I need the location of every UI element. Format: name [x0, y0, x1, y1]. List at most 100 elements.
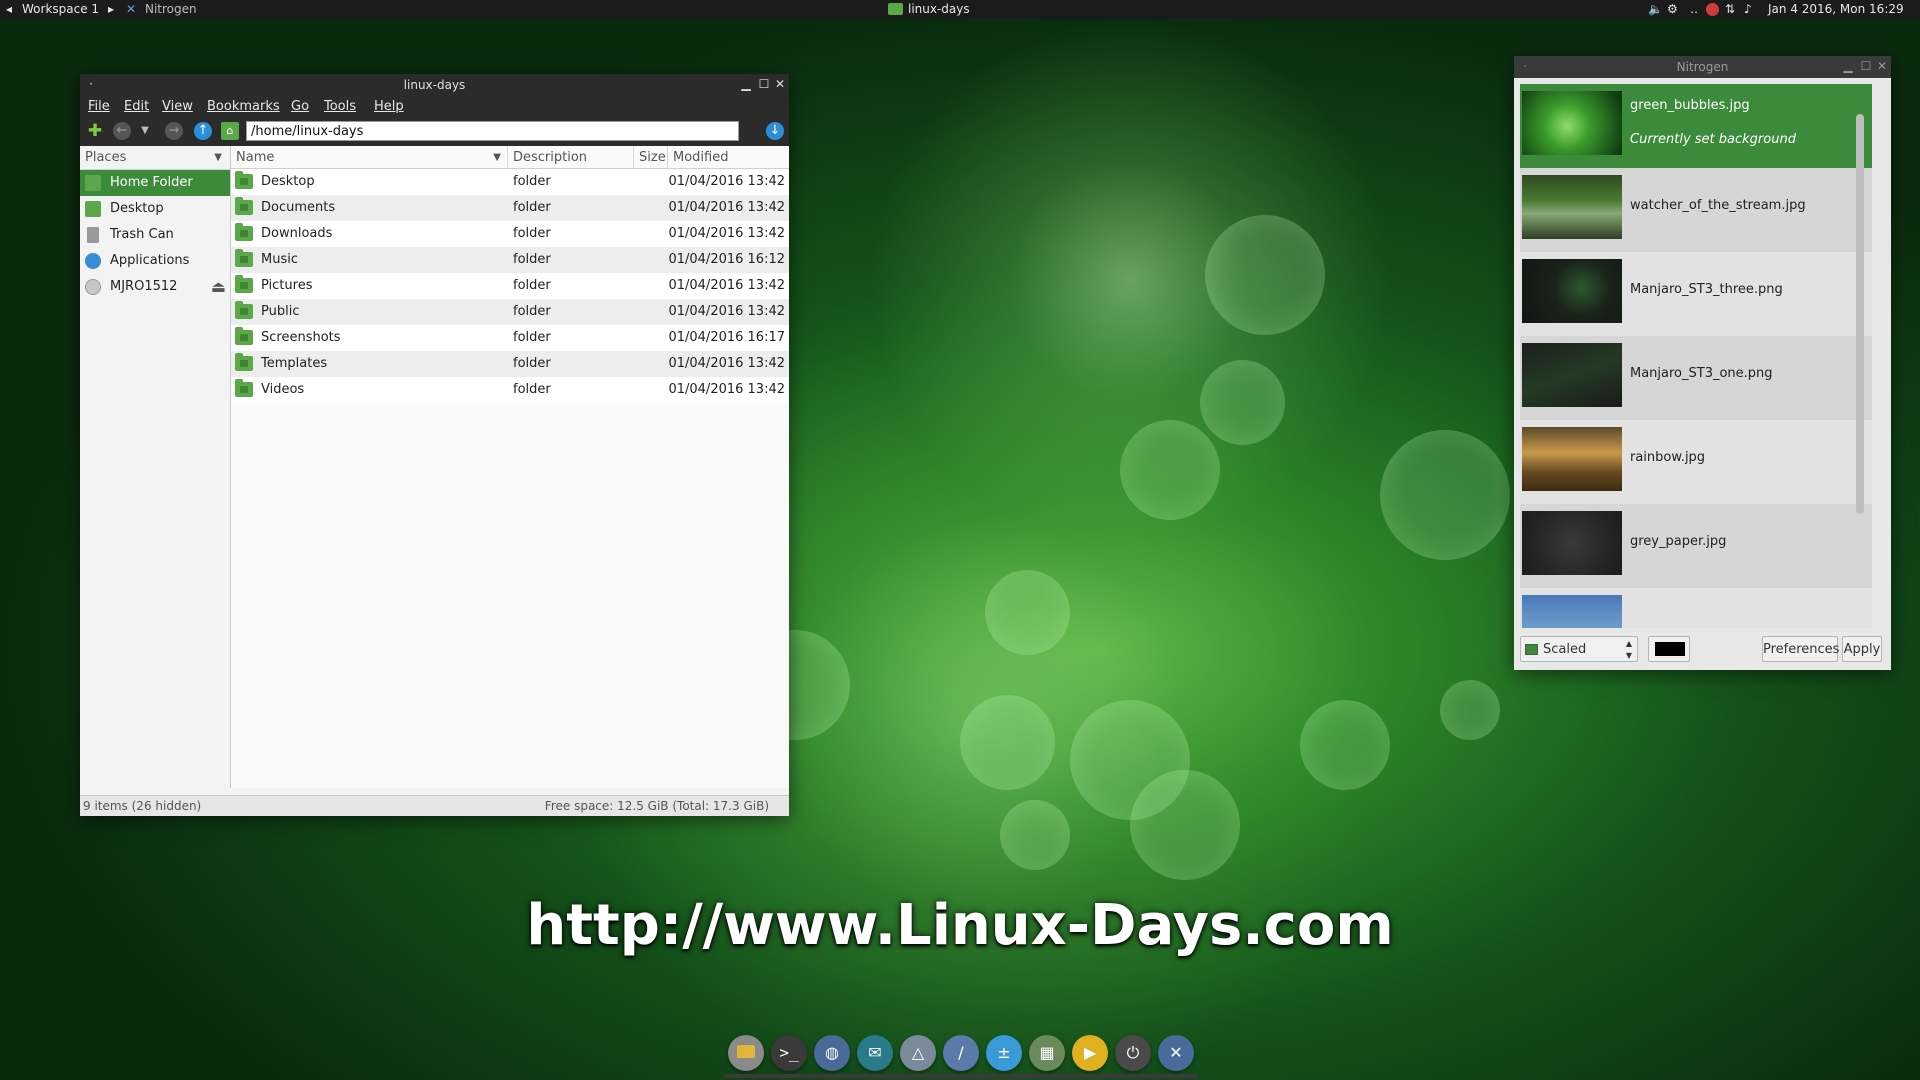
- network-icon[interactable]: ⇅: [1725, 2, 1735, 17]
- maximize-icon[interactable]: ☐: [757, 77, 771, 91]
- file-row[interactable]: Downloads folder 01/04/2016 13:42: [231, 221, 789, 247]
- file-description: folder: [513, 330, 551, 345]
- places-pane: Places ▼ Home Folder Desktop Trash Can A…: [80, 146, 231, 788]
- taskbar-folder-icon: [888, 3, 903, 15]
- wallpaper-note: Currently set background: [1630, 132, 1796, 147]
- color-picker-button[interactable]: [1648, 636, 1690, 662]
- maximize-icon[interactable]: ☐: [1859, 59, 1873, 73]
- wallpaper-item[interactable]: Manjaro_ST3_one.png: [1520, 336, 1872, 420]
- settings-gear-icon[interactable]: ⚙: [1667, 2, 1678, 17]
- apply-button[interactable]: Apply: [1842, 636, 1882, 662]
- column-header-name[interactable]: Name ▼: [231, 146, 508, 169]
- minimize-icon[interactable]: ▁: [1841, 59, 1855, 73]
- file-row[interactable]: Documents folder 01/04/2016 13:42: [231, 195, 789, 221]
- file-description: folder: [513, 252, 551, 267]
- wallpaper-name: rainbow.jpg: [1630, 450, 1706, 465]
- file-description: folder: [513, 356, 551, 371]
- minimize-icon[interactable]: ▁: [739, 77, 753, 91]
- column-header-size[interactable]: Size: [634, 146, 668, 169]
- menu-go[interactable]: Go: [291, 99, 309, 114]
- places-item-trash[interactable]: Trash Can: [80, 222, 230, 248]
- places-item-label: Trash Can: [110, 227, 174, 242]
- file-row[interactable]: Screenshots folder 01/04/2016 16:17: [231, 325, 789, 351]
- file-manager-titlebar[interactable]: · linux-days ▁ ☐ ✕: [80, 74, 789, 96]
- nitrogen-icon[interactable]: ✕: [1158, 1035, 1194, 1071]
- terminal-icon[interactable]: >_: [771, 1035, 807, 1071]
- wallpaper-thumbnail: [1522, 259, 1622, 323]
- calculator-icon[interactable]: ±: [986, 1035, 1022, 1071]
- places-header[interactable]: Places ▼: [80, 146, 230, 170]
- home-icon[interactable]: ⌂: [221, 122, 239, 140]
- workspace-next-icon[interactable]: ▸: [108, 2, 114, 17]
- power-icon[interactable]: ⏻: [1115, 1035, 1151, 1071]
- wallpaper-item[interactable]: Manjaro_ST3_three.png: [1520, 252, 1872, 336]
- update-alert-icon[interactable]: [1706, 3, 1719, 16]
- go-icon[interactable]: ↓: [766, 122, 784, 140]
- file-name: Public: [261, 304, 300, 319]
- file-row[interactable]: Music folder 01/04/2016 16:12: [231, 247, 789, 273]
- up-icon[interactable]: ↑: [194, 122, 212, 140]
- file-row[interactable]: Pictures folder 01/04/2016 13:42: [231, 273, 789, 299]
- wallpaper-item[interactable]: rainbow.jpg: [1520, 420, 1872, 504]
- file-modified: 01/04/2016 13:42: [668, 304, 785, 319]
- watermark-text: http://www.Linux-Days.com: [526, 893, 1394, 958]
- file-name: Desktop: [261, 174, 315, 189]
- nitrogen-titlebar[interactable]: · Nitrogen ▁ ☐ ✕: [1514, 56, 1891, 78]
- editor-icon[interactable]: /: [943, 1035, 979, 1071]
- new-tab-icon[interactable]: ✚: [86, 122, 104, 140]
- folder-icon: [235, 197, 253, 215]
- wallpaper-item[interactable]: green_bubbles.jpg Currently set backgrou…: [1520, 84, 1872, 168]
- file-row[interactable]: Videos folder 01/04/2016 13:42: [231, 377, 789, 403]
- workspace-prev-icon[interactable]: ◂: [6, 2, 12, 17]
- chevron-down-icon[interactable]: ▼: [214, 146, 222, 169]
- file-row[interactable]: Desktop folder 01/04/2016 13:42: [231, 169, 789, 195]
- places-item-desktop[interactable]: Desktop: [80, 196, 230, 222]
- history-dropdown-icon[interactable]: ▼: [136, 122, 154, 140]
- places-header-label: Places: [85, 150, 127, 165]
- image-icon: [1525, 644, 1538, 655]
- wallpaper-item[interactable]: watcher_of_the_stream.jpg: [1520, 168, 1872, 252]
- taskbar-window-button[interactable]: linux-days: [908, 2, 970, 17]
- preferences-button[interactable]: Preferences: [1762, 636, 1839, 662]
- spreadsheet-icon[interactable]: ▦: [1029, 1035, 1065, 1071]
- column-header-modified[interactable]: Modified: [668, 146, 789, 169]
- mail-icon[interactable]: ✉: [857, 1035, 893, 1071]
- sort-chevron-icon: ▼: [493, 152, 501, 163]
- mode-value: Scaled: [1543, 642, 1587, 657]
- file-row[interactable]: Templates folder 01/04/2016 13:42: [231, 351, 789, 377]
- eject-icon[interactable]: ⏏: [211, 274, 226, 300]
- clock[interactable]: Jan 4 2016, Mon 16:29: [1768, 2, 1904, 17]
- close-icon[interactable]: ✕: [773, 77, 787, 91]
- menu-help[interactable]: Help: [374, 99, 404, 114]
- menu-edit[interactable]: Edit: [124, 99, 149, 114]
- places-item-mjro1512[interactable]: MJRO1512 ⏏: [80, 274, 230, 300]
- web-browser-icon[interactable]: ◍: [814, 1035, 850, 1071]
- file-manager-icon[interactable]: [728, 1035, 764, 1071]
- wallpaper-item-partial[interactable]: [1520, 588, 1872, 628]
- manjaro-icon[interactable]: △: [900, 1035, 936, 1071]
- workspace-label[interactable]: Workspace 1: [22, 2, 99, 17]
- scrollbar[interactable]: [1856, 114, 1864, 514]
- wallpaper-name: Manjaro_ST3_three.png: [1630, 282, 1783, 297]
- path-input[interactable]: /home/linux-days: [246, 121, 739, 141]
- places-item-home-folder[interactable]: Home Folder: [80, 170, 230, 196]
- menu-bookmarks[interactable]: Bookmarks: [207, 99, 280, 114]
- places-item-applications[interactable]: Applications: [80, 248, 230, 274]
- column-header-description[interactable]: Description: [508, 146, 634, 169]
- menu-file[interactable]: File: [88, 99, 110, 114]
- file-row[interactable]: Public folder 01/04/2016 13:42: [231, 299, 789, 325]
- toolbar: ✚ ← ▼ → ↑ ⌂ /home/linux-days ↓: [80, 117, 789, 146]
- volume-icon[interactable]: 🔈: [1648, 2, 1663, 17]
- media-player-icon[interactable]: ▶: [1072, 1035, 1108, 1071]
- wallpaper-item[interactable]: grey_paper.jpg: [1520, 504, 1872, 588]
- forward-icon[interactable]: →: [165, 122, 183, 140]
- menu-view[interactable]: View: [162, 99, 193, 114]
- mode-select[interactable]: Scaled ▲ ▼: [1520, 636, 1638, 662]
- bokeh-decoration: [1300, 700, 1390, 790]
- file-manager-window: · linux-days ▁ ☐ ✕ File Edit View Bookma…: [80, 74, 789, 816]
- close-icon[interactable]: ✕: [1875, 59, 1889, 73]
- music-note-icon[interactable]: ♪: [1744, 2, 1752, 17]
- wallpaper-thumbnail: [1522, 427, 1622, 491]
- menu-tools[interactable]: Tools: [324, 99, 356, 114]
- back-icon[interactable]: ←: [113, 122, 131, 140]
